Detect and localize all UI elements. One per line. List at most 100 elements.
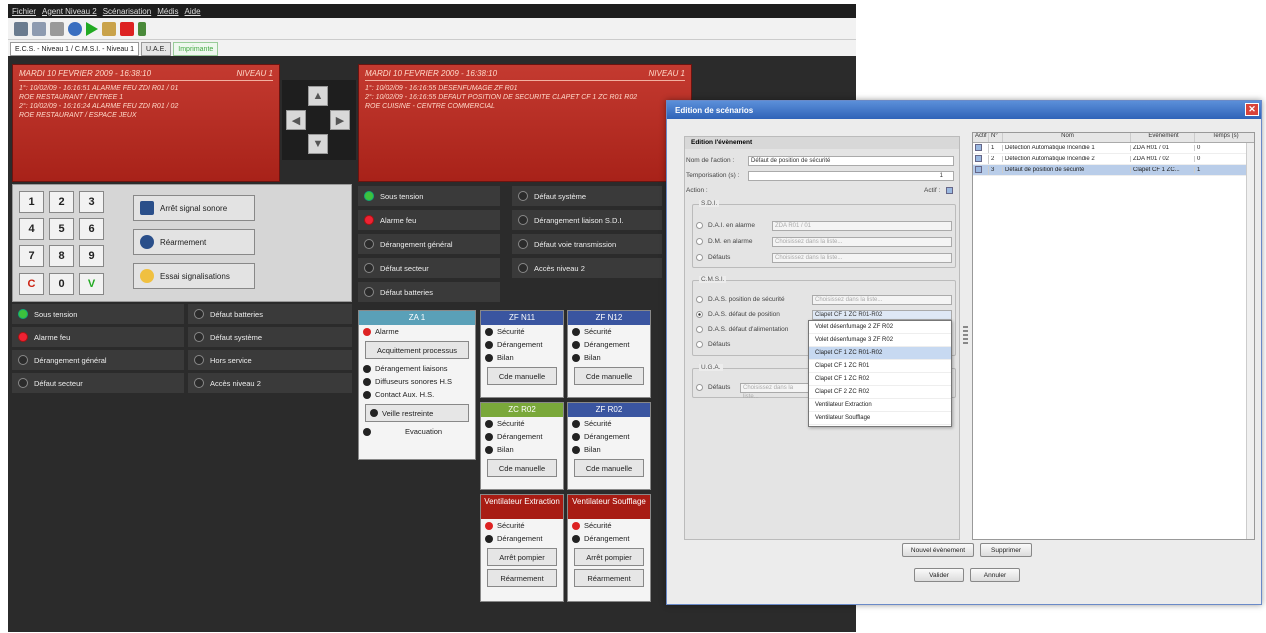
radio-uga-defauts[interactable] — [696, 384, 703, 391]
tempo-field[interactable]: 1 — [748, 171, 954, 181]
key-7[interactable]: 7 — [19, 245, 44, 267]
list-icon[interactable] — [50, 21, 64, 36]
tab-ecs[interactable]: E.C.S. - Niveau 1 / C.M.S.I. - Niveau 1 — [10, 42, 140, 56]
col-evenement[interactable]: Evènement — [1131, 133, 1195, 142]
dm-select[interactable]: Choisissez dans la liste... — [772, 237, 952, 247]
group-label: S.D.I. — [699, 200, 720, 207]
radio-dai[interactable] — [696, 222, 703, 229]
key-9[interactable]: 9 — [79, 245, 104, 267]
key-4[interactable]: 4 — [19, 218, 44, 240]
col-temps[interactable]: Temps (s) — [1195, 133, 1254, 142]
key-2[interactable]: 2 — [49, 191, 74, 213]
cancel-button[interactable]: Annuler — [970, 568, 1020, 582]
key-1[interactable]: 1 — [19, 191, 44, 213]
table-row[interactable]: 1 Détection Automatique Incendie 1 ZDA R… — [973, 143, 1254, 154]
fireman-stop-button[interactable]: Arrêt pompier — [574, 548, 644, 566]
arrow-left-icon[interactable]: ◀ — [286, 110, 306, 130]
radio-das-position[interactable] — [696, 296, 703, 303]
active-checkbox[interactable] — [975, 143, 982, 151]
col-nom[interactable]: Nom — [1003, 133, 1131, 142]
stop-sound-button[interactable]: Arrêt signal sonore — [133, 195, 255, 221]
table-scrollbar[interactable] — [1246, 143, 1254, 539]
dropdown-option[interactable]: Volet désenfumage 3 ZF R02 — [809, 334, 951, 347]
folder-icon[interactable] — [32, 21, 46, 36]
uga-select[interactable]: Choisissez dans la liste... — [740, 383, 810, 400]
new-event-button[interactable]: Nouvel évènement — [902, 543, 974, 557]
key-8[interactable]: 8 — [49, 245, 74, 267]
dropdown-option[interactable]: Ventilateur Soufflage — [809, 412, 951, 425]
dropdown-option[interactable]: Clapet CF 1 ZC R02 — [809, 373, 951, 386]
led-icon — [364, 239, 374, 249]
dropdown-option[interactable]: Clapet CF 1 ZC R01 — [809, 360, 951, 373]
radio-das-alimentation[interactable] — [696, 326, 703, 333]
reset-button[interactable]: Réarmement — [487, 569, 557, 587]
col-num[interactable]: N° — [989, 133, 1003, 142]
das-position-select[interactable]: Choisissez dans la liste... — [812, 295, 952, 305]
pause-bars-icon[interactable] — [138, 21, 146, 36]
table-row[interactable]: 2 Détection Automatique Incendie 2 ZDA R… — [973, 154, 1254, 165]
table-row[interactable]: 3 Défaut de position de sécurité Clapet … — [973, 165, 1254, 176]
dropdown-option[interactable]: Clapet CF 1 ZC R01-R02 — [809, 347, 951, 360]
za-item: Contact Aux. H.S. — [359, 388, 475, 401]
key-3[interactable]: 3 — [79, 191, 104, 213]
dropdown-option[interactable]: Ventilateur Extraction — [809, 399, 951, 412]
arrow-up-icon[interactable]: ▲ — [308, 86, 328, 106]
arrow-right-icon[interactable]: ▶ — [330, 110, 350, 130]
close-icon[interactable]: ✕ — [1245, 103, 1259, 116]
test-signals-button[interactable]: Essai signalisations — [133, 263, 255, 289]
menu-fichier[interactable]: Fichier — [12, 7, 36, 16]
splitter-handle[interactable] — [963, 326, 968, 344]
card-ventilateur-soufflage: Ventilateur Soufflage Sécurité Dérangeme… — [567, 494, 651, 602]
tab-imprimante[interactable]: Imprimante — [173, 42, 219, 56]
actif-checkbox[interactable] — [946, 187, 953, 194]
status-liaison-sdi: Dérangement liaison S.D.I. — [512, 210, 662, 230]
cell: 3 — [989, 167, 1003, 173]
manual-command-button[interactable]: Cde manuelle — [487, 459, 557, 477]
card-title: Ventilateur Extraction — [481, 495, 563, 519]
manual-command-button[interactable]: Cde manuelle — [487, 367, 557, 385]
info-icon[interactable] — [68, 21, 82, 36]
nom-field[interactable]: Défaut de position de sécurité — [748, 156, 954, 166]
menu-scenarisation[interactable]: Scénarisation — [103, 7, 151, 16]
menu-medis[interactable]: Médis — [157, 7, 178, 16]
fireman-stop-button[interactable]: Arrêt pompier — [487, 548, 557, 566]
key-5[interactable]: 5 — [49, 218, 74, 240]
key-6[interactable]: 6 — [79, 218, 104, 240]
led-icon — [572, 521, 580, 530]
radio-cmsi-defauts[interactable] — [696, 341, 703, 348]
radio-dm[interactable] — [696, 238, 703, 245]
radio-defauts[interactable] — [696, 254, 703, 261]
key-0[interactable]: 0 — [49, 273, 74, 295]
pause-icon[interactable] — [102, 21, 116, 36]
arrow-down-icon[interactable]: ▼ — [308, 134, 328, 154]
key-validate[interactable]: V — [79, 273, 104, 295]
radio-das-defaut-position[interactable] — [696, 311, 703, 318]
reset-button[interactable]: Réarmement — [574, 569, 644, 587]
validate-button[interactable]: Valider — [914, 568, 964, 582]
play-icon[interactable] — [86, 21, 98, 36]
stop-icon[interactable] — [120, 21, 134, 36]
active-checkbox[interactable] — [975, 165, 982, 173]
manual-command-button[interactable]: Cde manuelle — [574, 459, 644, 477]
tab-uae[interactable]: U.A.E. — [141, 42, 172, 56]
col-actif[interactable]: Actif — [973, 133, 989, 142]
veille-restreinte-button[interactable]: Veille restreinte — [365, 404, 469, 422]
menu-agent[interactable]: Agent Niveau 2 — [42, 7, 97, 16]
status-acces-niveau2: Accès niveau 2 — [188, 373, 352, 393]
defauts-select[interactable]: Choisissez dans la liste... — [772, 253, 952, 263]
das-defaut-position-select[interactable]: Clapet CF 1 ZC R01-R02 — [812, 310, 952, 320]
dai-select[interactable]: ZDA R01 / 01 — [772, 221, 952, 231]
delete-button[interactable]: Supprimer — [980, 543, 1032, 557]
dropdown-option[interactable]: Volet désenfumage 2 ZF R02 — [809, 321, 951, 334]
ack-process-button[interactable]: Acquittement processus — [365, 341, 469, 359]
menu-aide[interactable]: Aide — [185, 7, 201, 16]
dialog-titlebar: Edition de scénarios ✕ — [667, 101, 1261, 119]
manual-command-button[interactable]: Cde manuelle — [574, 367, 644, 385]
active-checkbox[interactable] — [975, 154, 982, 162]
dropdown-option[interactable]: Clapet CF 2 ZC R02 — [809, 386, 951, 399]
save-icon[interactable] — [14, 21, 28, 36]
led-icon — [194, 332, 204, 342]
reset-button[interactable]: Réarmement — [133, 229, 255, 255]
led-icon — [572, 534, 580, 543]
key-clear[interactable]: C — [19, 273, 44, 295]
